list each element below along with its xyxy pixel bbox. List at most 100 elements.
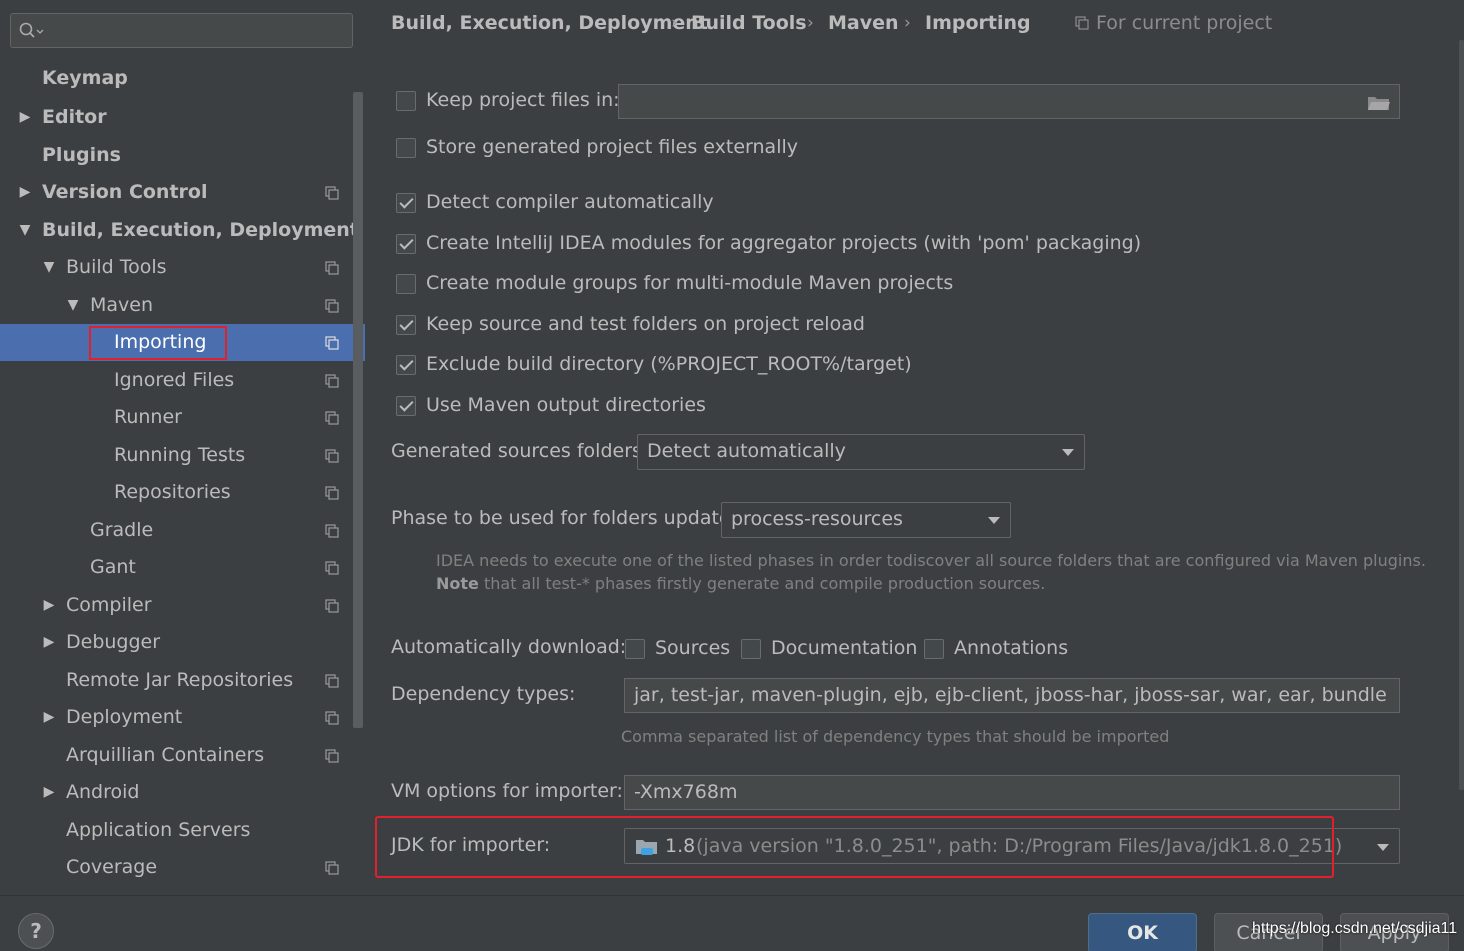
project-scope-icon (325, 336, 339, 350)
jdk-importer-dropdown[interactable]: 1.8 (java version "1.8.0_251", path: D:/… (624, 828, 1400, 864)
project-scope-icon (325, 711, 339, 725)
use-output-dirs-label: Use Maven output directories (426, 394, 706, 416)
project-scope-icon (325, 449, 339, 463)
tree-item-keymap[interactable]: Keymap (0, 60, 365, 97)
tree-item-android[interactable]: ▶ Android (0, 774, 365, 811)
exclude-build-dir-checkbox[interactable] (396, 355, 416, 375)
detect-compiler-checkbox[interactable] (396, 193, 416, 213)
tree-item-label: Editor (42, 106, 107, 128)
download-annotations-label: Annotations (954, 637, 1069, 659)
expand-arrow-icon[interactable]: ▶ (17, 174, 33, 211)
vm-options-input[interactable]: -Xmx768m (624, 775, 1400, 810)
tree-item-debugger[interactable]: ▶ Debugger (0, 624, 365, 661)
main-scrollbar[interactable] (1459, 40, 1464, 790)
keep-project-files-checkbox[interactable] (396, 91, 416, 111)
tree-item-build-tools[interactable]: ▼ Build Tools (0, 249, 365, 286)
generated-sources-dropdown[interactable]: Detect automatically (637, 434, 1085, 470)
create-groups-label: Create module groups for multi-module Ma… (426, 272, 954, 294)
dependency-types-input[interactable]: jar, test-jar, maven-plugin, ejb, ejb-cl… (624, 678, 1400, 713)
tree-item-importing[interactable]: Importing (0, 324, 365, 361)
phase-dropdown[interactable]: process-resources (721, 502, 1011, 538)
tree-item-deployment[interactable]: ▶ Deployment (0, 699, 365, 736)
breadcrumb-separator: › (904, 13, 911, 33)
phase-value: process-resources (731, 508, 903, 530)
create-groups-checkbox[interactable] (396, 274, 416, 294)
help-button[interactable]: ? (18, 913, 54, 949)
tree-item-gant[interactable]: Gant (0, 549, 365, 586)
collapse-arrow-icon[interactable]: ▼ (17, 212, 33, 249)
project-scope-icon (325, 374, 339, 388)
expand-arrow-icon[interactable]: ▶ (41, 699, 57, 736)
store-externally-checkbox[interactable] (396, 138, 416, 158)
tree-item-repositories[interactable]: Repositories (0, 474, 365, 511)
detect-compiler-label: Detect compiler automatically (426, 191, 714, 213)
tree-item-label: Running Tests (114, 444, 246, 466)
tree-item-label: Build Tools (66, 256, 167, 278)
breadcrumb-item[interactable]: Build, Execution, Deployment (391, 8, 708, 38)
breadcrumb-item[interactable]: Maven (828, 8, 899, 38)
settings-sidebar: Keymap ▶ Editor Plugins ▶ Version Contro… (0, 0, 365, 895)
tree-item-runner[interactable]: Runner (0, 399, 365, 436)
project-scope-icon (325, 186, 339, 200)
ok-button[interactable]: OK (1088, 913, 1197, 951)
tree-item-plugins[interactable]: Plugins (0, 137, 365, 174)
tree-item-version-control[interactable]: ▶ Version Control (0, 174, 365, 211)
tree-item-ignored-files[interactable]: Ignored Files (0, 362, 365, 399)
tree-item-label: Plugins (42, 144, 121, 166)
expand-arrow-icon[interactable]: ▶ (41, 587, 57, 624)
jdk-folder-icon (636, 840, 657, 855)
phase-hint-line2: Note that all test-* phases firstly gene… (436, 574, 1045, 593)
search-input[interactable] (49, 18, 344, 43)
download-documentation-checkbox[interactable] (741, 639, 761, 659)
expand-arrow-icon[interactable]: ▶ (41, 774, 57, 811)
search-icon (19, 22, 44, 38)
tree-item-label: Importing (114, 331, 207, 353)
breadcrumb-item[interactable]: Build Tools (691, 8, 807, 38)
tree-item-editor[interactable]: ▶ Editor (0, 99, 365, 136)
use-output-dirs-checkbox[interactable] (396, 396, 416, 416)
folder-browse-icon[interactable] (1367, 94, 1391, 112)
project-scope-icon (325, 674, 339, 688)
tree-item-remote-jar-repositories[interactable]: Remote Jar Repositories (0, 662, 365, 699)
expand-arrow-icon[interactable]: ▶ (17, 99, 33, 136)
store-externally-label: Store generated project files externally (426, 136, 798, 158)
phase-hint-note: Note (436, 574, 479, 593)
tree-item-label: Version Control (42, 181, 208, 203)
keep-project-files-label: Keep project files in: (426, 89, 620, 111)
project-scope-icon (325, 861, 339, 875)
phase-hint-line1: IDEA needs to execute one of the listed … (436, 551, 1426, 570)
keep-source-folders-checkbox[interactable] (396, 315, 416, 335)
tree-item-label: Repositories (114, 481, 231, 503)
expand-arrow-icon[interactable]: ▶ (41, 624, 57, 661)
tree-item-coverage[interactable]: Coverage (0, 849, 365, 886)
tree-item-label: Android (66, 781, 140, 803)
chevron-down-icon (1062, 449, 1074, 456)
generated-sources-value: Detect automatically (647, 440, 846, 462)
collapse-arrow-icon[interactable]: ▼ (65, 287, 81, 324)
dependency-types-value: jar, test-jar, maven-plugin, ejb, ejb-cl… (634, 684, 1387, 706)
tree-item-label: Runner (114, 406, 182, 428)
create-modules-checkbox[interactable] (396, 234, 416, 254)
collapse-arrow-icon[interactable]: ▼ (41, 249, 57, 286)
tree-item-arquillian-containers[interactable]: Arquillian Containers (0, 737, 365, 774)
sidebar-scrollbar[interactable] (353, 92, 363, 728)
settings-search[interactable] (10, 13, 353, 48)
tree-item-application-servers[interactable]: Application Servers (0, 812, 365, 849)
project-files-path-field[interactable] (618, 84, 1400, 119)
tree-item-compiler[interactable]: ▶ Compiler (0, 587, 365, 624)
project-scope-icon (325, 299, 339, 313)
project-scope-icon (325, 486, 339, 500)
tree-item-gradle[interactable]: Gradle (0, 512, 365, 549)
project-scope-icon (325, 749, 339, 763)
tree-item-label: Gradle (90, 519, 154, 541)
tree-item-running-tests[interactable]: Running Tests (0, 437, 365, 474)
tree-item-maven[interactable]: ▼ Maven (0, 287, 365, 324)
download-annotations-checkbox[interactable] (924, 639, 944, 659)
download-sources-checkbox[interactable] (625, 639, 645, 659)
tree-item-label: Debugger (66, 631, 161, 653)
jdk-version: 1.8 (665, 835, 696, 857)
download-sources-label: Sources (655, 637, 731, 659)
tree-item-label: Build, Execution, Deployment (42, 219, 359, 241)
tree-item-build-execution-deployment[interactable]: ▼ Build, Execution, Deployment (0, 212, 365, 249)
tree-item-label: Compiler (66, 594, 152, 616)
